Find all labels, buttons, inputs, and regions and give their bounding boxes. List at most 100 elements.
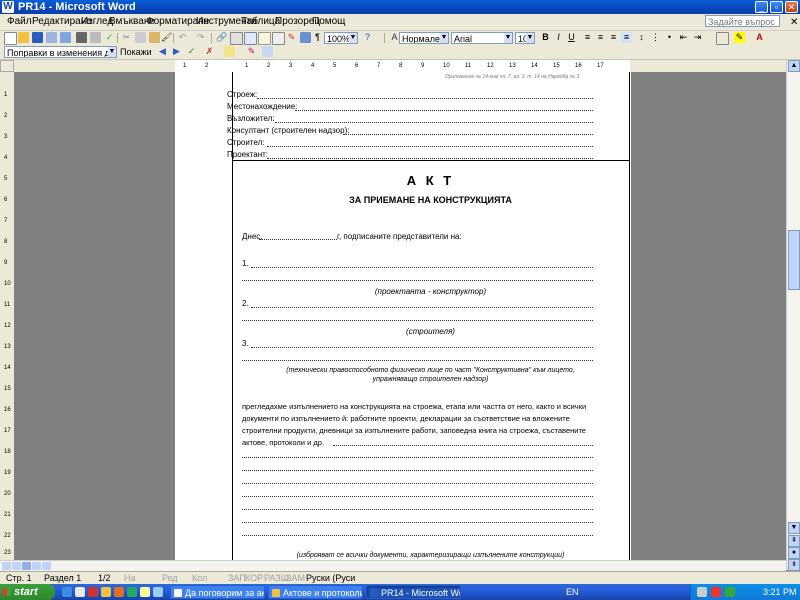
style-select[interactable]: Нормален + П▼ [399, 32, 449, 44]
next-page-icon[interactable]: ⇟ [788, 559, 800, 571]
print-icon[interactable] [76, 32, 87, 43]
columns-icon[interactable] [272, 32, 285, 45]
ask-question-box[interactable]: Задайте въпрос [705, 15, 780, 27]
reviewing-toolbar: Поправки в изменения документ▼ Покажи ◀ … [0, 45, 800, 60]
menu-help[interactable]: Помощ [312, 16, 345, 27]
tray-icon[interactable] [725, 587, 735, 597]
browser-icon [174, 589, 182, 597]
spelling-icon[interactable]: ✓ [104, 32, 115, 43]
vertical-scrollbar[interactable]: ▲ ▼ ⇞ ● ⇟ [786, 60, 800, 571]
tables-borders-icon[interactable] [230, 32, 243, 45]
clock[interactable]: 3:21 PM [763, 587, 797, 597]
justify-icon[interactable]: ≡ [621, 32, 632, 43]
quicklaunch-icon[interactable] [153, 587, 163, 597]
tab-selector[interactable] [0, 60, 14, 72]
taskbar-app[interactable]: Да поговорим за акт... [170, 585, 265, 599]
align-left-icon[interactable]: ≡ [582, 32, 593, 43]
status-ovr[interactable]: ЗАМ [286, 573, 305, 583]
borders-icon[interactable] [716, 32, 729, 45]
document-close-icon[interactable]: ✕ [790, 17, 798, 28]
track-changes-icon[interactable]: ✎ [246, 46, 257, 57]
save-icon[interactable] [32, 32, 43, 43]
normal-view-icon[interactable] [2, 562, 11, 570]
reject-change-icon[interactable]: ✗ [204, 46, 215, 57]
word-app-icon[interactable]: W [2, 1, 14, 13]
outline-view-icon[interactable] [32, 562, 41, 570]
language-indicator[interactable]: EN [566, 587, 579, 597]
bold-button[interactable]: B [540, 32, 551, 43]
print-layout-icon[interactable] [22, 562, 31, 570]
drawing-icon[interactable]: ✎ [286, 32, 297, 43]
new-document-icon[interactable] [4, 32, 17, 45]
show-desktop-icon[interactable] [62, 587, 72, 597]
tray-icon[interactable] [711, 587, 721, 597]
item-number: 1. [242, 259, 249, 268]
start-button[interactable]: start [0, 584, 55, 600]
close-button[interactable]: ✕ [785, 1, 798, 13]
quicklaunch-icon[interactable] [140, 587, 150, 597]
vertical-ruler[interactable]: 1 2 3 4 5 6 7 8 9 10 11 12 13 14 15 16 1… [0, 72, 15, 560]
accept-change-icon[interactable]: ✓ [186, 46, 197, 57]
reviewing-pane-icon[interactable] [262, 46, 273, 57]
align-center-icon[interactable]: ≡ [595, 32, 606, 43]
show-menu[interactable]: Покажи [120, 47, 152, 57]
messenger-icon[interactable] [127, 587, 137, 597]
highlight-icon[interactable]: ✎ [734, 32, 745, 43]
copy-icon[interactable] [135, 32, 146, 43]
folder-icon[interactable] [101, 587, 111, 597]
web-view-icon[interactable] [12, 562, 21, 570]
ie-icon[interactable] [75, 587, 85, 597]
taskbar-app[interactable]: PR14 - Microsoft Word [366, 585, 461, 599]
reading-layout-icon[interactable] [42, 562, 51, 570]
font-select[interactable]: Arial ▼ [451, 32, 513, 44]
menu-file[interactable]: Файл [7, 16, 32, 27]
minimize-button[interactable]: _ [755, 1, 768, 13]
insert-excel-icon[interactable] [258, 32, 271, 45]
hyperlink-icon[interactable]: 🔗 [216, 32, 227, 43]
open-icon[interactable] [18, 32, 29, 43]
permission-icon[interactable] [46, 32, 57, 43]
font-size-select[interactable]: 10 ▼ [515, 32, 535, 44]
email-icon[interactable] [60, 32, 71, 43]
scroll-up-icon[interactable]: ▲ [788, 60, 800, 72]
zoom-select[interactable]: 100% ▼ [324, 32, 358, 44]
italic-button[interactable]: I [553, 32, 564, 43]
document-area[interactable]: Приложение № 14 към чл. 7, ал. 3, т. 14 … [14, 72, 786, 560]
scroll-thumb[interactable] [788, 230, 800, 290]
horizontal-scrollbar[interactable] [0, 560, 786, 571]
undo-icon[interactable]: ↶ [177, 32, 188, 43]
underline-button[interactable]: U [566, 32, 577, 43]
document-page[interactable]: Приложение № 14 към чл. 7, ал. 3, т. 14 … [175, 72, 631, 560]
maximize-button[interactable]: ▫ [770, 1, 783, 13]
bullets-icon[interactable]: • [664, 32, 675, 43]
status-rec[interactable]: ЗАП [228, 573, 246, 583]
line-spacing-icon[interactable]: ↕ [636, 32, 647, 43]
display-for-review-select[interactable]: Поправки в изменения документ▼ [4, 46, 117, 58]
act-title: А К Т [406, 173, 455, 188]
browse-object-icon[interactable]: ● [788, 547, 800, 559]
next-change-icon[interactable]: ▶ [171, 46, 182, 57]
insert-table-icon[interactable] [244, 32, 257, 45]
previous-change-icon[interactable]: ◀ [157, 46, 168, 57]
paste-icon[interactable] [149, 32, 160, 43]
taskbar-app[interactable]: Актове и протоколи [268, 585, 363, 599]
numbering-icon[interactable]: ⋮ [650, 32, 661, 43]
increase-indent-icon[interactable]: ⇥ [692, 32, 703, 43]
previous-page-icon[interactable]: ⇞ [788, 535, 800, 547]
status-trk[interactable]: КОР [245, 573, 263, 583]
redo-icon[interactable]: ↷ [195, 32, 206, 43]
align-right-icon[interactable]: ≡ [608, 32, 619, 43]
print-preview-icon[interactable] [90, 32, 101, 43]
decrease-indent-icon[interactable]: ⇤ [678, 32, 689, 43]
font-color-icon[interactable]: A [754, 32, 765, 43]
cut-icon[interactable]: ✂ [121, 32, 132, 43]
new-comment-icon[interactable] [224, 46, 235, 57]
scroll-down-icon[interactable]: ▼ [788, 522, 800, 534]
tray-icon[interactable] [697, 587, 707, 597]
flag-icon[interactable] [88, 587, 98, 597]
document-map-icon[interactable] [300, 32, 311, 43]
format-painter-icon[interactable]: 🖌 [161, 32, 172, 43]
show-hide-icon[interactable]: ¶ [312, 32, 323, 43]
help-icon[interactable]: ? [362, 32, 373, 43]
media-icon[interactable] [114, 587, 124, 597]
